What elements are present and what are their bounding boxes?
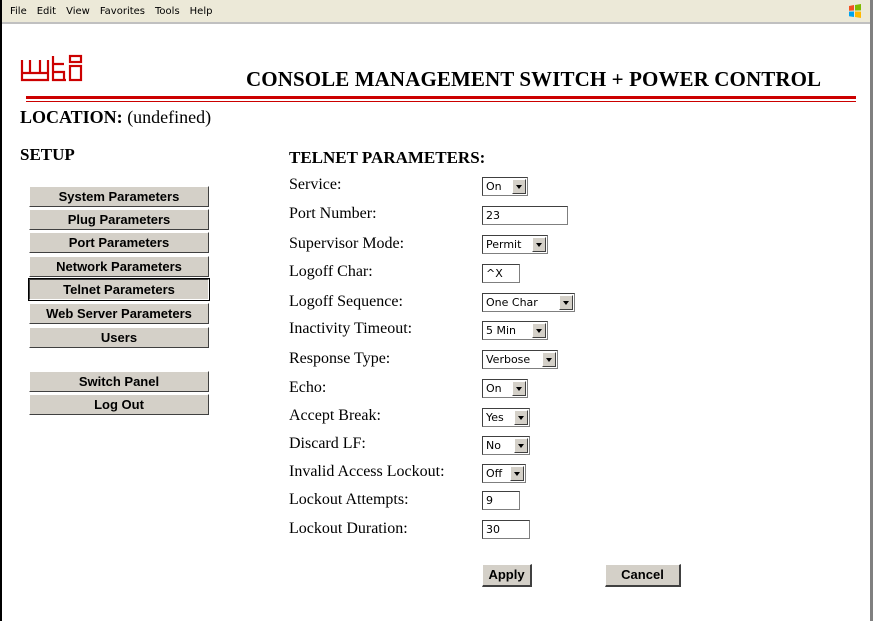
label-logoff-sequence: Logoff Sequence: xyxy=(289,293,403,310)
windows-logo-icon xyxy=(849,4,861,18)
label-inactivity-timeout: Inactivity Timeout: xyxy=(289,320,413,337)
menu-divider xyxy=(2,22,870,24)
nav-port-parameters[interactable]: Port Parameters xyxy=(29,232,209,253)
service-select[interactable]: On xyxy=(482,177,528,196)
label-service: Service: xyxy=(289,176,342,193)
label-lockout-duration: Lockout Duration: xyxy=(289,520,408,537)
menu-help[interactable]: Help xyxy=(185,6,218,17)
invalid-access-lockout-select[interactable]: Off xyxy=(482,464,526,483)
menu-edit[interactable]: Edit xyxy=(32,6,61,17)
logoff-sequence-select[interactable]: One Char xyxy=(482,293,575,312)
browser-window: File Edit View Favorites Tools Help wti … xyxy=(0,0,870,621)
location-line: LOCATION: (undefined) xyxy=(20,107,211,128)
location-label: LOCATION: xyxy=(20,107,123,127)
chevron-down-icon[interactable] xyxy=(514,410,528,425)
location-value: (undefined) xyxy=(127,107,212,127)
label-accept-break: Accept Break: xyxy=(289,407,381,424)
inactivity-timeout-select[interactable]: 5 Min xyxy=(482,321,548,340)
chevron-down-icon[interactable] xyxy=(514,438,528,453)
discard-lf-select[interactable]: No xyxy=(482,436,530,455)
nav-telnet-parameters[interactable]: Telnet Parameters xyxy=(28,278,210,301)
section-title: TELNET PARAMETERS: xyxy=(289,148,486,167)
supervisor-mode-select[interactable]: Permit xyxy=(482,235,548,254)
label-supervisor-mode: Supervisor Mode: xyxy=(289,235,405,252)
nav-log-out[interactable]: Log Out xyxy=(29,394,209,415)
nav-switch-panel[interactable]: Switch Panel xyxy=(29,371,209,392)
chevron-down-icon[interactable] xyxy=(532,323,546,338)
nav-plug-parameters[interactable]: Plug Parameters xyxy=(29,209,209,230)
chevron-down-icon[interactable] xyxy=(559,295,573,310)
menu-tools[interactable]: Tools xyxy=(150,6,185,17)
nav-users[interactable]: Users xyxy=(29,327,209,348)
label-echo: Echo: xyxy=(289,379,327,396)
menu-view[interactable]: View xyxy=(61,6,95,17)
accept-break-select[interactable]: Yes xyxy=(482,408,530,427)
echo-select[interactable]: On xyxy=(482,379,528,398)
logoff-char-input[interactable]: ^X xyxy=(482,264,520,283)
label-logoff-char: Logoff Char: xyxy=(289,263,373,280)
lockout-duration-input[interactable]: 30 xyxy=(482,520,530,539)
setup-heading: SETUP xyxy=(20,145,75,164)
nav-network-parameters[interactable]: Network Parameters xyxy=(29,256,209,277)
label-port-number: Port Number: xyxy=(289,205,377,222)
lockout-attempts-input[interactable]: 9 xyxy=(482,491,520,510)
chevron-down-icon[interactable] xyxy=(512,381,526,396)
cancel-button[interactable]: Cancel xyxy=(605,564,681,587)
chevron-down-icon[interactable] xyxy=(532,237,546,252)
menu-favorites[interactable]: Favorites xyxy=(95,6,150,17)
header-divider xyxy=(26,96,856,99)
wti-logo: wti xyxy=(20,54,83,82)
chevron-down-icon[interactable] xyxy=(512,179,526,194)
port-number-input[interactable]: 23 xyxy=(482,206,568,225)
nav-system-parameters[interactable]: System Parameters xyxy=(29,186,209,207)
menu-bar: File Edit View Favorites Tools Help xyxy=(2,0,870,23)
page-title: CONSOLE MANAGEMENT SWITCH + POWER CONTRO… xyxy=(246,67,822,91)
nav-web-server-parameters[interactable]: Web Server Parameters xyxy=(29,303,209,324)
apply-button[interactable]: Apply xyxy=(482,564,532,587)
chevron-down-icon[interactable] xyxy=(510,466,524,481)
label-discard-lf: Discard LF: xyxy=(289,435,366,452)
label-response-type: Response Type: xyxy=(289,350,391,367)
label-lockout-attempts: Lockout Attempts: xyxy=(289,491,409,508)
response-type-select[interactable]: Verbose xyxy=(482,350,558,369)
header-divider-thin xyxy=(26,101,856,102)
menu-file[interactable]: File xyxy=(2,6,32,17)
label-invalid-access-lockout: Invalid Access Lockout: xyxy=(289,463,445,480)
chevron-down-icon[interactable] xyxy=(542,352,556,367)
